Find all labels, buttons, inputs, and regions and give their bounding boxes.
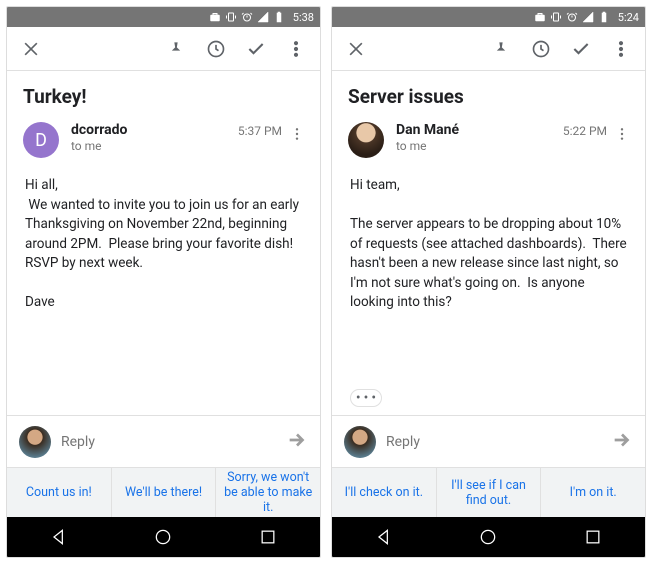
- recipient-line: to me: [71, 139, 238, 153]
- signal-icon: [582, 11, 594, 23]
- close-button[interactable]: [11, 29, 51, 69]
- alarm-icon: [241, 11, 253, 23]
- smart-reply-chip[interactable]: Count us in!: [7, 468, 111, 517]
- briefcase-icon: [209, 11, 221, 23]
- recipient-line: to me: [396, 139, 563, 153]
- message-time: 5:37 PM: [238, 124, 282, 138]
- smart-reply-chip[interactable]: I'll check on it.: [332, 468, 436, 517]
- phone-screen-left: 5:38 Turkey! D dcorrado to me 5:37 PM Hi…: [6, 6, 321, 558]
- status-time: 5:38: [293, 11, 314, 24]
- sender-avatar: [348, 122, 384, 158]
- status-time: 5:24: [618, 11, 639, 24]
- phone-screen-right: 5:24 Server issues Dan Mané to me 5:22 P…: [331, 6, 646, 558]
- message-overflow-button[interactable]: [607, 122, 637, 142]
- sender-name: dcorrado: [71, 122, 238, 138]
- overflow-button[interactable]: [276, 29, 316, 69]
- pin-button[interactable]: [481, 29, 521, 69]
- reply-input[interactable]: Reply: [386, 434, 601, 450]
- status-bar: 5:38: [7, 7, 320, 27]
- reply-input[interactable]: Reply: [61, 434, 276, 450]
- smart-reply-bar: I'll check on it. I'll see if I can find…: [332, 467, 645, 517]
- message-body: Hi team, The server appears to be droppi…: [332, 162, 645, 389]
- smart-reply-bar: Count us in! We'll be there! Sorry, we w…: [7, 467, 320, 517]
- nav-home-button[interactable]: [139, 517, 187, 557]
- vibrate-icon: [225, 11, 237, 23]
- nav-back-button[interactable]: [360, 517, 408, 557]
- nav-bar: [7, 517, 320, 557]
- battery-icon: [273, 11, 285, 23]
- send-arrow-icon[interactable]: [611, 429, 633, 455]
- nav-overview-button[interactable]: [244, 517, 292, 557]
- briefcase-icon: [534, 11, 546, 23]
- smart-reply-chip[interactable]: Sorry, we won't be able to make it.: [215, 468, 320, 517]
- sender-name: Dan Mané: [396, 122, 563, 138]
- nav-bar: [332, 517, 645, 557]
- message-time: 5:22 PM: [563, 124, 607, 138]
- close-button[interactable]: [336, 29, 376, 69]
- message-body: Hi all, We wanted to invite you to join …: [7, 162, 320, 415]
- battery-icon: [598, 11, 610, 23]
- smart-reply-chip[interactable]: We'll be there!: [111, 468, 216, 517]
- reply-row: Reply: [332, 415, 645, 467]
- reply-row: Reply: [7, 415, 320, 467]
- message-overflow-button[interactable]: [282, 122, 312, 142]
- expand-quoted-button[interactable]: •••: [350, 389, 382, 407]
- snooze-button[interactable]: [521, 29, 561, 69]
- pin-button[interactable]: [156, 29, 196, 69]
- my-avatar: [19, 426, 51, 458]
- my-avatar: [344, 426, 376, 458]
- message-header[interactable]: Dan Mané to me 5:22 PM: [332, 118, 645, 162]
- message-header[interactable]: D dcorrado to me 5:37 PM: [7, 118, 320, 162]
- snooze-button[interactable]: [196, 29, 236, 69]
- sender-avatar: D: [23, 122, 59, 158]
- nav-back-button[interactable]: [35, 517, 83, 557]
- done-button[interactable]: [561, 29, 601, 69]
- vibrate-icon: [550, 11, 562, 23]
- nav-home-button[interactable]: [464, 517, 512, 557]
- overflow-button[interactable]: [601, 29, 641, 69]
- toolbar: [332, 27, 645, 71]
- send-arrow-icon[interactable]: [286, 429, 308, 455]
- email-subject: Server issues: [332, 71, 645, 118]
- signal-icon: [257, 11, 269, 23]
- done-button[interactable]: [236, 29, 276, 69]
- smart-reply-chip[interactable]: I'm on it.: [540, 468, 645, 517]
- status-bar: 5:24: [332, 7, 645, 27]
- smart-reply-chip[interactable]: I'll see if I can find out.: [436, 468, 541, 517]
- alarm-icon: [566, 11, 578, 23]
- nav-overview-button[interactable]: [569, 517, 617, 557]
- email-subject: Turkey!: [7, 71, 320, 118]
- toolbar: [7, 27, 320, 71]
